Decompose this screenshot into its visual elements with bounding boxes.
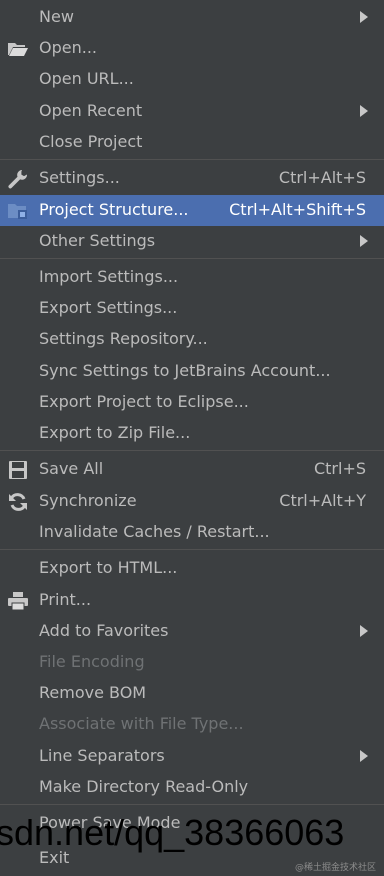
menu-item-label: File Encoding — [39, 652, 145, 671]
submenu-arrow-icon — [360, 11, 368, 23]
project-structure-icon — [7, 201, 29, 221]
menu-item-open-recent[interactable]: Open Recent — [0, 96, 384, 127]
folder-open-icon — [7, 39, 29, 59]
menu-item-save-all[interactable]: Save All Ctrl+S — [0, 454, 384, 485]
file-menu: New Open... Open URL... Open Recent Clos… — [0, 0, 384, 876]
menu-item-label: Export Project to Eclipse... — [39, 392, 249, 411]
watermark-text: sdn.net/qq_38366063 — [0, 812, 345, 853]
menu-item-label: Associate with File Type... — [39, 714, 244, 733]
menu-item-project-structure[interactable]: Project Structure... Ctrl+Alt+Shift+S — [0, 195, 384, 226]
menu-item-label: Print... — [39, 590, 92, 609]
menu-item-shortcut: Ctrl+Alt+Y — [279, 491, 366, 510]
menu-item-line-separators[interactable]: Line Separators — [0, 741, 384, 772]
sync-icon — [7, 492, 29, 512]
menu-item-label: Open... — [39, 38, 97, 57]
menu-item-synchronize[interactable]: Synchronize Ctrl+Alt+Y — [0, 486, 384, 517]
menu-item-label: Open Recent — [39, 101, 143, 120]
menu-item-open[interactable]: Open... — [0, 33, 384, 64]
menu-item-label: Make Directory Read-Only — [39, 777, 249, 796]
menu-item-export-settings[interactable]: Export Settings... — [0, 293, 384, 324]
menu-item-label: Synchronize — [39, 491, 137, 510]
menu-item-label: Close Project — [39, 132, 143, 151]
menu-item-shortcut: Ctrl+S — [313, 459, 366, 478]
menu-item-invalidate-caches[interactable]: Invalidate Caches / Restart... — [0, 517, 384, 548]
menu-item-print[interactable]: Print... — [0, 585, 384, 616]
submenu-arrow-icon — [360, 235, 368, 247]
menu-item-export-zip[interactable]: Export to Zip File... — [0, 418, 384, 449]
menu-separator — [0, 450, 384, 451]
menu-item-label: Open URL... — [39, 69, 134, 88]
menu-item-shortcut: Ctrl+Alt+Shift+S — [229, 200, 366, 219]
menu-item-label: Add to Favorites — [39, 621, 169, 640]
menu-item-label: Remove BOM — [39, 683, 147, 702]
save-icon — [7, 460, 29, 480]
menu-item-import-settings[interactable]: Import Settings... — [0, 262, 384, 293]
menu-item-label: Settings Repository... — [39, 329, 208, 348]
printer-icon — [7, 591, 29, 611]
menu-item-settings-repository[interactable]: Settings Repository... — [0, 324, 384, 355]
menu-item-label: Project Structure... — [39, 200, 189, 219]
menu-item-label: Export to HTML... — [39, 558, 178, 577]
menu-separator — [0, 159, 384, 160]
menu-item-shortcut: Ctrl+Alt+S — [278, 168, 366, 187]
menu-item-settings[interactable]: Settings... Ctrl+Alt+S — [0, 163, 384, 194]
menu-item-label: Invalidate Caches / Restart... — [39, 522, 270, 541]
submenu-arrow-icon — [360, 625, 368, 637]
menu-item-label: Save All — [39, 459, 104, 478]
menu-item-associate-file-type: Associate with File Type... — [0, 709, 384, 740]
menu-item-label: Line Separators — [39, 746, 165, 765]
menu-item-close-project[interactable]: Close Project — [0, 127, 384, 158]
menu-item-label: Other Settings — [39, 231, 156, 250]
watermark-small-text: @稀土掘金技术社区 — [294, 863, 376, 873]
menu-item-add-to-favorites[interactable]: Add to Favorites — [0, 616, 384, 647]
menu-item-export-html[interactable]: Export to HTML... — [0, 553, 384, 584]
wrench-icon — [7, 169, 29, 189]
menu-item-export-eclipse[interactable]: Export Project to Eclipse... — [0, 387, 384, 418]
menu-item-new[interactable]: New — [0, 2, 384, 33]
menu-item-label: Export Settings... — [39, 298, 178, 317]
menu-item-label: Settings... — [39, 168, 120, 187]
menu-item-remove-bom[interactable]: Remove BOM — [0, 678, 384, 709]
submenu-arrow-icon — [360, 750, 368, 762]
menu-separator — [0, 258, 384, 259]
menu-item-sync-settings[interactable]: Sync Settings to JetBrains Account... — [0, 356, 384, 387]
menu-item-file-encoding: File Encoding — [0, 647, 384, 678]
submenu-arrow-icon — [360, 105, 368, 117]
menu-item-label: New — [39, 7, 74, 26]
menu-item-label: Export to Zip File... — [39, 423, 191, 442]
menu-separator — [0, 804, 384, 805]
menu-item-label: Sync Settings to JetBrains Account... — [39, 361, 331, 380]
menu-item-other-settings[interactable]: Other Settings — [0, 226, 384, 257]
menu-item-make-read-only[interactable]: Make Directory Read-Only — [0, 772, 384, 803]
menu-item-label: Import Settings... — [39, 267, 179, 286]
menu-item-open-url[interactable]: Open URL... — [0, 64, 384, 95]
menu-separator — [0, 549, 384, 550]
